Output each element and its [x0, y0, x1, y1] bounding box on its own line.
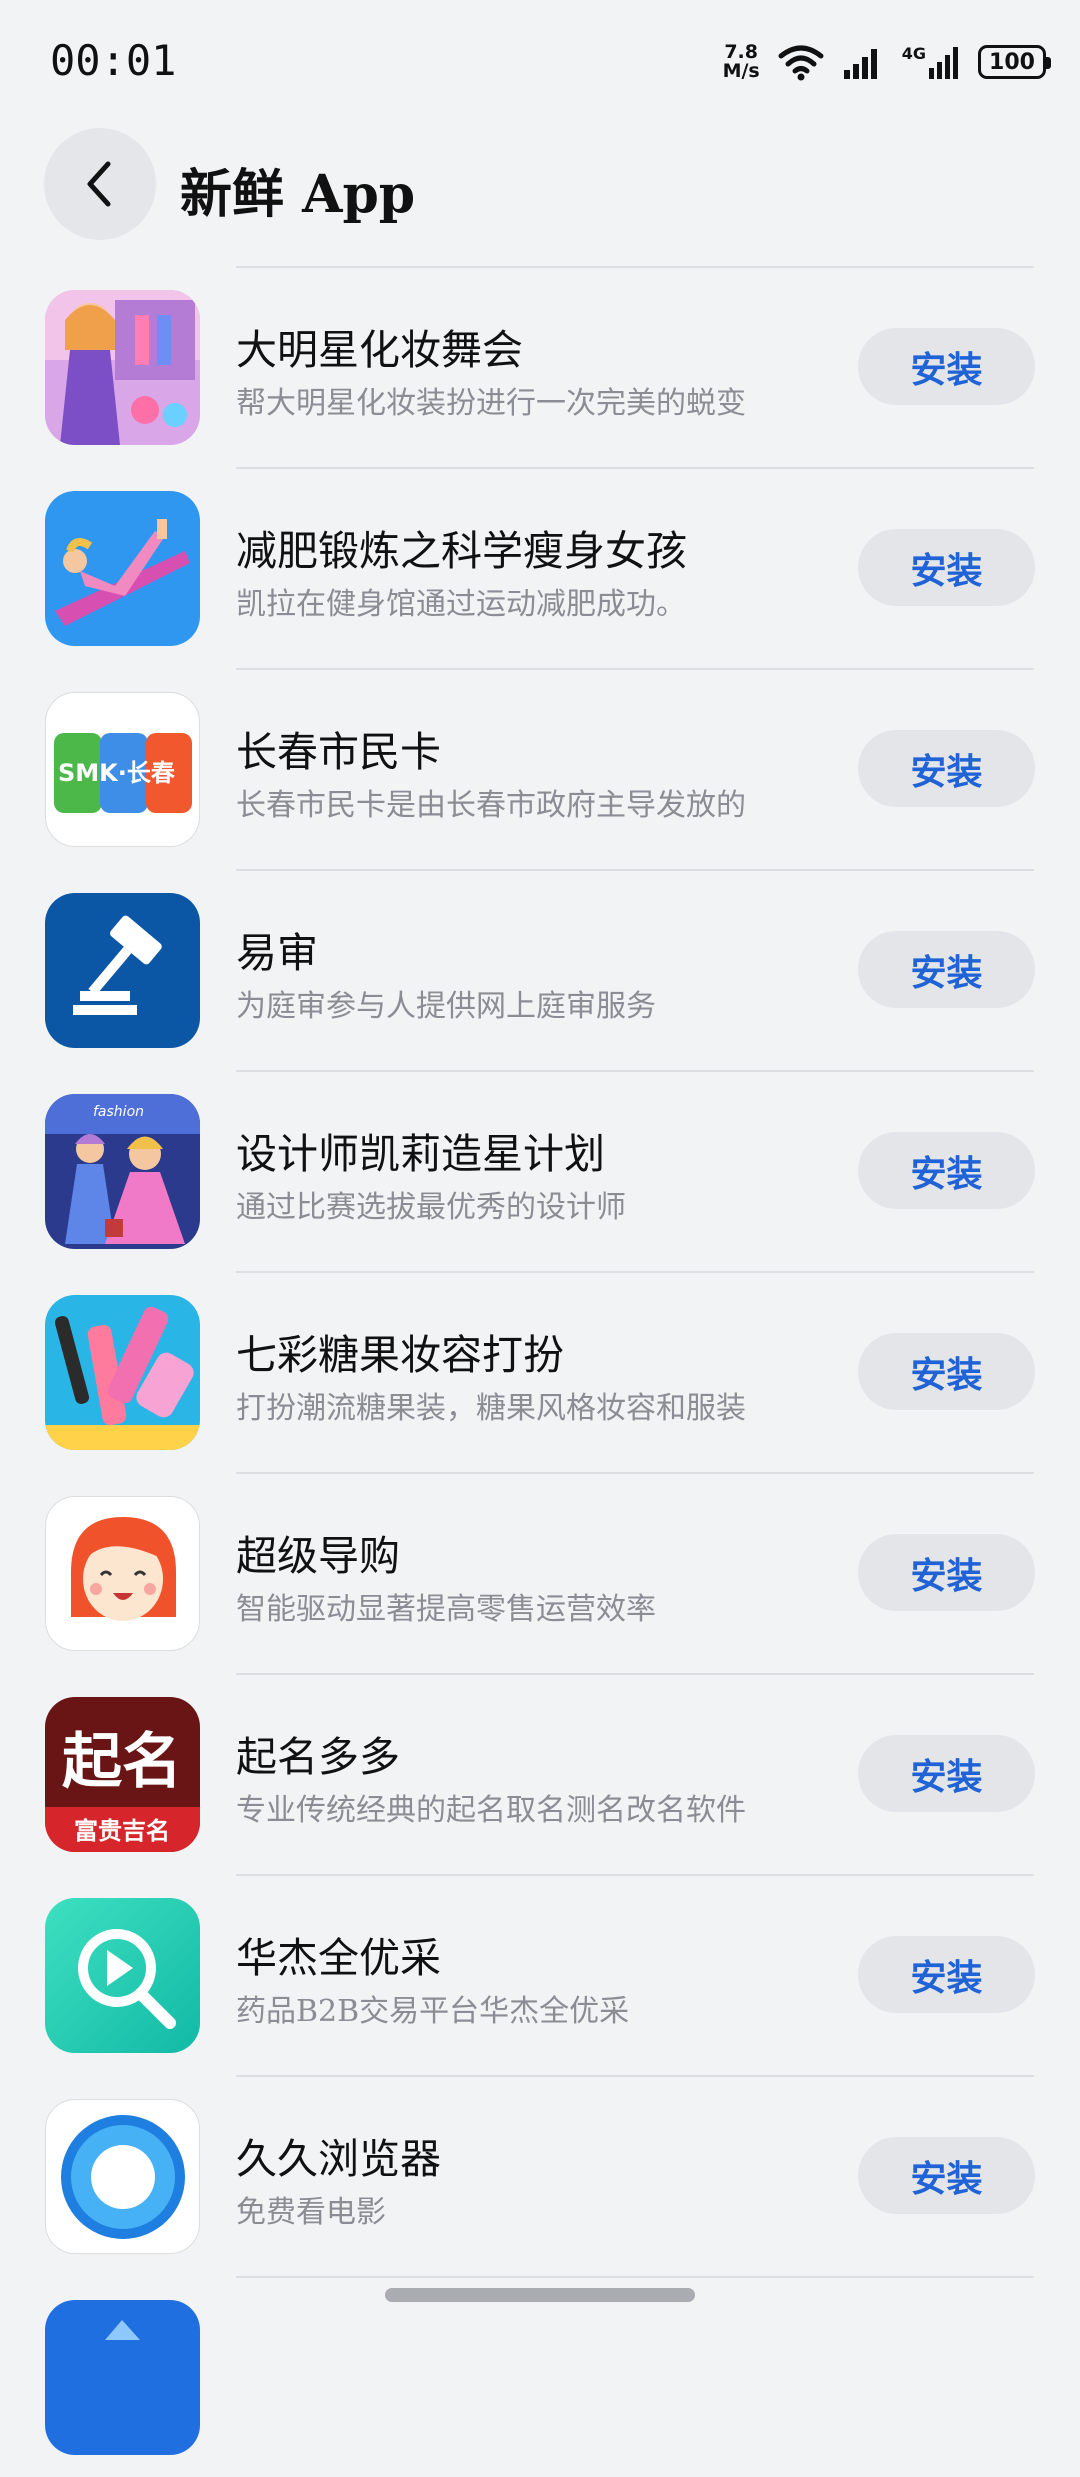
partial-blue-icon[interactable] [45, 2300, 200, 2455]
install-button[interactable]: 安装 [858, 1936, 1035, 2013]
net-speed-unit: M/s [722, 60, 760, 82]
app-description: 通过比赛选拔最优秀的设计师 [236, 1190, 626, 1225]
smk-card-icon-text: SMK·长春 [58, 759, 175, 787]
battery-icon: 100 [978, 45, 1051, 79]
status-time: 00:01 [50, 36, 177, 85]
list-item[interactable]: fashion 设计师凯莉造星计划 通过比赛选拔最优秀的设计师 安装 [0, 1070, 1080, 1271]
divider [236, 1271, 1034, 1273]
install-button[interactable]: 安装 [858, 931, 1035, 1008]
install-button[interactable]: 安装 [858, 730, 1035, 807]
list-item[interactable]: SMK·长春 长春市民卡 长春市民卡是由长春市政府主导发放的 安装 [0, 668, 1080, 869]
app-name: 起名多多 [236, 1733, 400, 1781]
fashion-designer-icon-text: fashion [93, 1104, 144, 1120]
divider [236, 2276, 1034, 2278]
candy-makeup-icon[interactable] [45, 1295, 200, 1450]
divider [236, 1070, 1034, 1072]
app-description: 免费看电影 [236, 2195, 386, 2230]
list-item[interactable]: 华杰全优采 药品B2B交易平台华杰全优采 安装 [0, 1874, 1080, 2075]
list-item[interactable]: 大明星化妆舞会 帮大明星化妆装扮进行一次完美的蜕变 安装 [0, 266, 1080, 467]
list-item[interactable]: 减肥锻炼之科学瘦身女孩 凯拉在健身馆通过运动减肥成功。 安装 [0, 467, 1080, 668]
app-description: 帮大明星化妆装扮进行一次完美的蜕变 [236, 386, 746, 421]
ring-browser-icon[interactable] [45, 2099, 200, 2254]
list-item[interactable]: 易审 为庭审参与人提供网上庭审服务 安装 [0, 869, 1080, 1070]
status-bar: 00:01 7.8 M/s 4G 100 [0, 0, 1080, 120]
app-name: 长春市民卡 [236, 728, 441, 776]
divider [236, 869, 1034, 871]
install-button[interactable]: 安装 [858, 2137, 1035, 2214]
install-button[interactable]: 安装 [858, 328, 1035, 405]
app-name: 超级导购 [236, 1532, 400, 1580]
signal-strength-icon [843, 49, 877, 79]
smk-card-icon[interactable]: SMK·长春 [45, 692, 200, 847]
install-button[interactable]: 安装 [858, 1735, 1035, 1812]
status-icons: 7.8 M/s 4G 100 [723, 40, 1051, 84]
list-item[interactable]: 久久浏览器 免费看电影 安装 [0, 2075, 1080, 2276]
gavel-icon[interactable] [45, 893, 200, 1048]
app-description: 药品B2B交易平台华杰全优采 [236, 1994, 630, 2029]
page-header: 新鲜 App [0, 128, 1080, 240]
app-description: 凯拉在健身馆通过运动减肥成功。 [236, 587, 686, 622]
fashion-designer-icon[interactable]: fashion [45, 1094, 200, 1249]
install-button[interactable]: 安装 [858, 1534, 1035, 1611]
app-description: 专业传统经典的起名取名测名改名软件 [236, 1793, 746, 1828]
divider [236, 467, 1034, 469]
list-item[interactable]: 超级导购 智能驱动显著提高零售运营效率 安装 [0, 1472, 1080, 1673]
divider [236, 266, 1034, 268]
app-name: 易审 [236, 929, 318, 977]
signal-strength-4g-icon [929, 47, 958, 79]
app-name: 减肥锻炼之科学瘦身女孩 [236, 527, 687, 575]
network-type-label: 4G [901, 44, 926, 63]
list-item[interactable]: 起名 富贵吉名 起名多多 专业传统经典的起名取名测名改名软件 安装 [0, 1673, 1080, 1874]
app-name: 久久浏览器 [236, 2135, 441, 2183]
naming-icon[interactable]: 起名 富贵吉名 [45, 1697, 200, 1852]
install-button[interactable]: 安装 [858, 1333, 1035, 1410]
home-indicator[interactable] [385, 2288, 695, 2302]
chevron-left-icon [87, 161, 111, 207]
app-description: 智能驱动显著提高零售运营效率 [236, 1592, 656, 1627]
divider [236, 668, 1034, 670]
app-description: 为庭审参与人提供网上庭审服务 [236, 989, 656, 1024]
fitness-girl-icon[interactable] [45, 491, 200, 646]
app-list: 大明星化妆舞会 帮大明星化妆装扮进行一次完美的蜕变 安装 减肥锻炼之科学瘦身女孩… [0, 266, 1080, 2477]
app-description: 长春市民卡是由长春市政府主导发放的 [236, 788, 746, 823]
app-name: 设计师凯莉造星计划 [236, 1130, 605, 1178]
divider [236, 1472, 1034, 1474]
makeup-princess-icon[interactable] [45, 290, 200, 445]
divider [236, 2075, 1034, 2077]
app-name: 华杰全优采 [236, 1934, 441, 1982]
list-item[interactable]: 七彩糖果妆容打扮 打扮潮流糖果装，糖果风格妆容和服装 安装 [0, 1271, 1080, 1472]
search-magnifier-icon[interactable] [45, 1898, 200, 2053]
install-button[interactable]: 安装 [858, 1132, 1035, 1209]
back-button[interactable] [44, 128, 156, 240]
naming-icon-subtitle: 富贵吉名 [74, 1816, 170, 1845]
net-speed: 7.8 M/s [723, 43, 760, 81]
smiling-girl-icon[interactable] [45, 1496, 200, 1651]
page-title: 新鲜 App [180, 164, 416, 225]
naming-icon-title: 起名 [62, 1727, 182, 1797]
install-button[interactable]: 安装 [858, 529, 1035, 606]
list-item[interactable] [0, 2276, 1080, 2477]
app-description: 打扮潮流糖果装，糖果风格妆容和服装 [236, 1391, 746, 1426]
divider [236, 1673, 1034, 1675]
app-name: 七彩糖果妆容打扮 [236, 1331, 564, 1379]
divider [236, 1874, 1034, 1876]
wifi-icon [778, 45, 824, 81]
battery-level: 100 [989, 49, 1035, 75]
app-name: 大明星化妆舞会 [236, 326, 523, 374]
